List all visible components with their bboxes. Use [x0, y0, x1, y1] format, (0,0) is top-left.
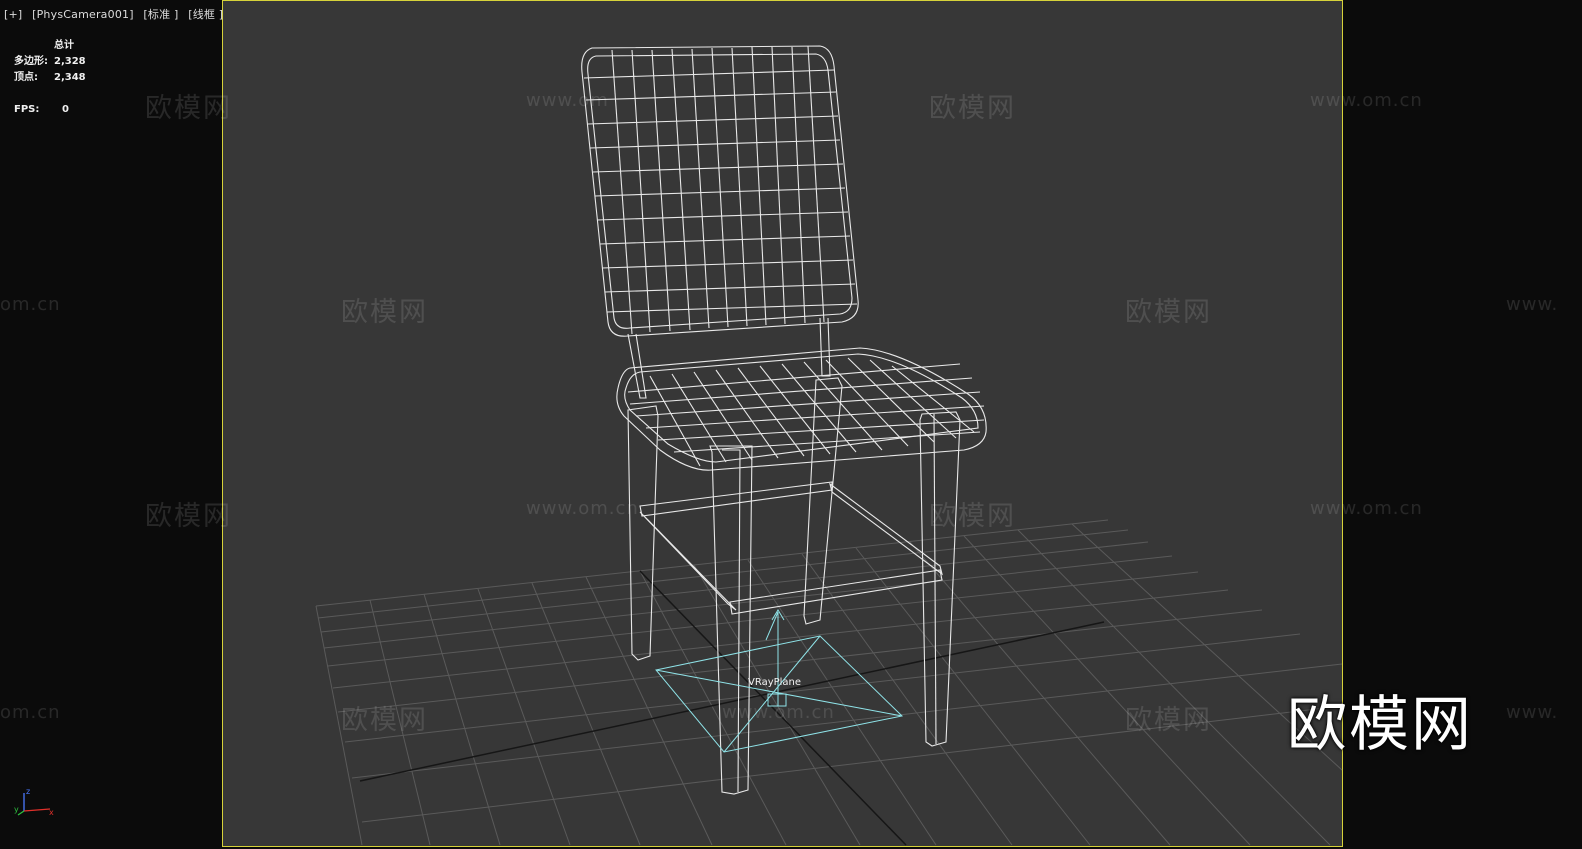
axis-y-label: y: [14, 805, 19, 814]
brand-logo: 欧模网: [1287, 690, 1473, 760]
stretcher-back: [639, 481, 833, 517]
watermark-text: 欧模网: [1125, 297, 1212, 328]
viewport-display-mode-menu[interactable]: [线框 ]: [188, 8, 223, 21]
watermark-url: om.cn: [0, 702, 61, 723]
watermark-url: www.om.cn: [1310, 498, 1423, 519]
stats-fps-label: FPS:: [14, 104, 40, 115]
axis-tripod-icon: z x y: [14, 787, 54, 817]
stats-vertices-value: 2,348: [54, 72, 86, 83]
watermark-text: 欧模网: [145, 501, 232, 532]
watermark-text: 欧模网: [929, 93, 1016, 124]
viewport-camera-menu[interactable]: [PhysCamera001]: [32, 8, 134, 21]
stats-polygons-value: 2,328: [54, 56, 86, 67]
watermark-text: 欧模网: [929, 501, 1016, 532]
watermark-text: 欧模网: [145, 93, 232, 124]
stats-fps-value: 0: [62, 104, 69, 115]
viewport-statistics: 总计 多边形: 2,328 顶点: 2,348 FPS: 0: [14, 38, 86, 118]
watermark-url: www.om.cn: [722, 702, 835, 723]
back-right-leg: [803, 377, 843, 625]
viewport-shading-menu[interactable]: [标准 ]: [143, 8, 178, 21]
watermark-url: www.: [1506, 702, 1559, 723]
front-right-leg: [919, 411, 961, 747]
watermark-text: 欧模网: [341, 297, 428, 328]
stats-total-header: 总计: [54, 40, 74, 51]
ground-grid: [315, 519, 1343, 846]
viewport-menu-plus[interactable]: [+]: [4, 8, 22, 21]
stats-fps-row: FPS: 0: [14, 102, 86, 118]
axis-z-label: z: [26, 787, 30, 796]
stats-polygons-label: 多边形:: [14, 56, 48, 67]
stats-polygons-row: 多边形: 2,328: [14, 54, 86, 70]
watermark-url: www.om.cn: [526, 498, 639, 519]
watermark-url: www.om: [526, 90, 609, 111]
viewport-label[interactable]: [+] [PhysCamera001] [标准 ] [线框 ]: [4, 6, 229, 22]
stats-vertices-row: 顶点: 2,348: [14, 70, 86, 86]
axis-x-label: x: [49, 808, 54, 817]
stats-vertices-label: 顶点:: [14, 72, 38, 83]
watermark-url: om.cn: [0, 294, 61, 315]
watermark-url: www.om.cn: [1310, 90, 1423, 111]
watermark-text: 欧模网: [1125, 705, 1212, 736]
vray-plane-label: VRayPlane: [748, 677, 802, 688]
watermark-text: 欧模网: [341, 705, 428, 736]
watermark-url: www.: [1506, 294, 1559, 315]
